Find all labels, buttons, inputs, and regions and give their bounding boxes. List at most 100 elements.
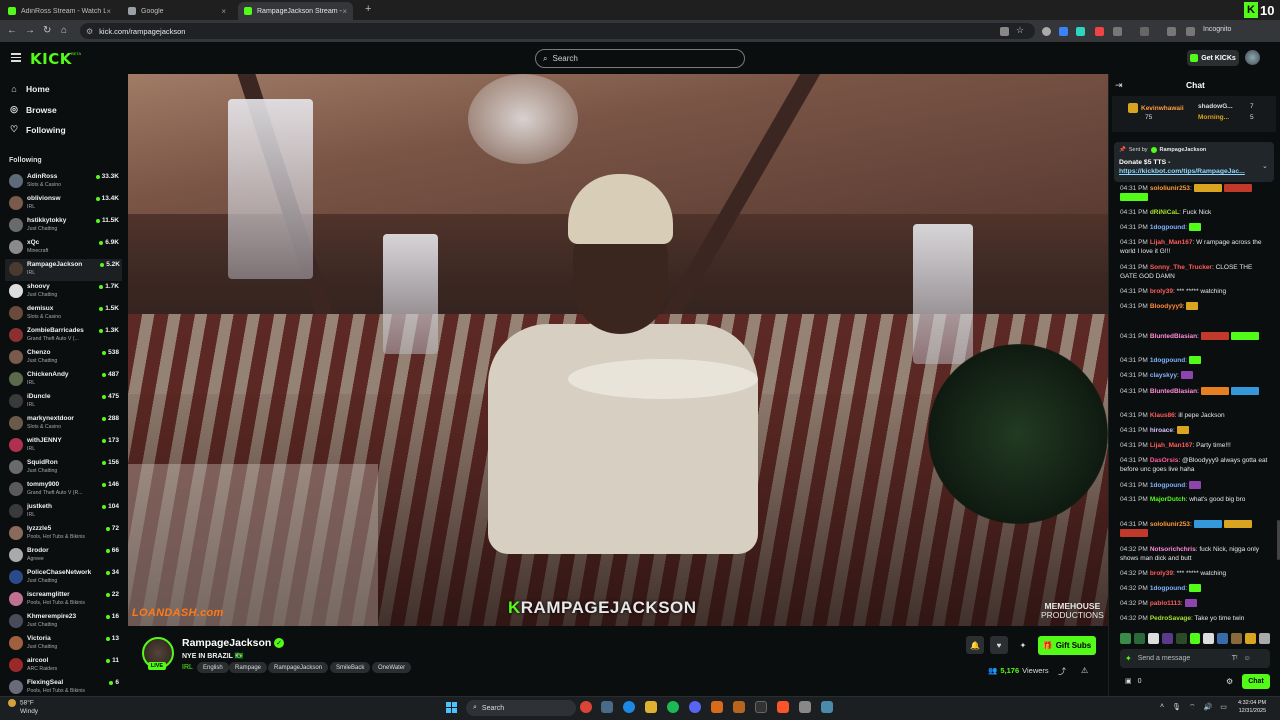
mic-icon[interactable]: 🎙 [1172,703,1181,712]
site-info-icon[interactable]: ⚙ [86,27,93,36]
chat-message[interactable]: 04:31 PM 1dogpound: [1120,481,1268,490]
sidebar-nav-browse[interactable]: ◎ Browse [9,104,57,115]
incognito-label[interactable]: Incognito [1203,26,1231,33]
sidebar-channel[interactable]: SquidRon Just Chatting 156 [9,457,121,479]
emote-icon[interactable] [1217,632,1229,644]
chat-username[interactable]: sololiunir253 [1150,521,1190,528]
wifi-icon[interactable]: ⌔ [1189,703,1196,712]
terminal-icon[interactable] [755,701,767,713]
chat-message[interactable]: 04:32 PM pablo1113: [1120,599,1268,608]
streamer-name[interactable]: RampageJackson [182,637,271,649]
chat-username[interactable]: sololiunir253 [1150,185,1190,192]
chat-username[interactable]: Bloodyyy9 [1150,303,1183,310]
discord-icon[interactable] [689,701,701,713]
emote-icon[interactable] [1203,632,1215,644]
browser-tab[interactable]: Google × [122,2,232,20]
emote-icon[interactable] [1176,426,1189,435]
battery-icon[interactable]: ▭ [1220,703,1227,712]
chat-username[interactable]: 1dogpound [1150,357,1185,364]
brave-icon[interactable] [777,701,789,713]
chevron-up-icon[interactable]: ˄ [1160,703,1164,712]
weather-widget[interactable]: 58°F Windy [8,699,38,716]
emote-icon[interactable] [1223,520,1252,529]
sidebar-channel[interactable]: tommy900 Grand Theft Auto V (R... 146 [9,479,121,501]
search-input[interactable] [552,54,733,63]
sidebar-channel[interactable]: iscreamglitter Pools, Hot Tubs & Bikinis 2… [9,589,121,611]
sidebar-channel[interactable]: xQc Minecraft 6.9K [9,237,121,259]
chat-message[interactable]: 04:31 PM dRiNiCaL: Fuck Nick [1120,208,1268,217]
download-icon[interactable] [1167,27,1176,36]
address-bar[interactable]: ⚙ kick.com/rampagejackson [80,23,1035,39]
chat-message[interactable]: 04:32 PM broly39: *** ***** watching [1120,569,1268,578]
chat-settings-icon[interactable]: ⚙ [1226,677,1233,686]
stream-category[interactable]: IRL [182,664,193,671]
emote-icon[interactable] [1161,632,1173,644]
notification-bell-icon[interactable]: 🔔 [966,636,984,654]
new-tab-button[interactable]: + [365,3,371,15]
chat-username[interactable]: 1dogpound [1150,482,1185,489]
emote-icon[interactable] [1175,632,1187,644]
sidebar-channel[interactable]: aircool ARC Raiders 11 [9,655,121,677]
sidebar-channel[interactable]: RampageJackson IRL 5.2K [5,259,122,281]
volume-icon[interactable]: 🔊 [1204,703,1213,712]
chat-input-box[interactable]: ✦ Tᵗ ☺ [1120,649,1270,668]
follow-heart-icon[interactable]: ♥ [990,636,1008,654]
chat-username[interactable]: pablo1113 [1150,600,1181,607]
tts-icon[interactable]: Tᵗ [1232,655,1238,662]
stream-tag[interactable]: English [197,662,229,673]
emote-icon[interactable] [1230,332,1259,341]
emote-icon[interactable] [1193,520,1222,529]
sidebar-nav-following[interactable]: ♡ Following [9,124,66,135]
chat-username[interactable]: PedroSavage [1150,615,1191,622]
sidebar-channel[interactable]: ChickenAndy IRL 487 [9,369,121,391]
chat-username[interactable]: dRiNiCaL [1150,209,1179,216]
chat-send-button[interactable]: Chat [1242,674,1270,689]
chat-username[interactable]: Lijah_Man167 [1150,239,1193,246]
emote-icon[interactable] [1200,332,1229,341]
chat-message[interactable]: 04:31 PM clayskyy: [1120,371,1268,380]
chat-message[interactable]: 04:31 PM Klaus86: ill pepe Jackson [1120,411,1268,420]
emote-icon[interactable] [1180,371,1193,380]
sidebar-channel[interactable]: Chenzo Just Chatting 538 [9,347,121,369]
chat-message[interactable]: 04:31 PM Sonny_The_Trucker: CLOSE THE GAT… [1120,263,1268,281]
chat-username[interactable]: BluntedBlasian [1150,333,1197,340]
chat-username[interactable]: Lijah_Man167 [1150,442,1193,449]
extension-icon[interactable] [1059,27,1068,36]
chat-message[interactable]: 04:31 PM Lijah_Man167: W rampage across t… [1120,238,1268,256]
chat-message-input[interactable] [1137,655,1226,662]
chat-username[interactable]: broly39 [1150,570,1173,577]
sparkle-icon[interactable]: ✦ [1125,654,1132,663]
emote-icon[interactable] [1230,387,1259,396]
site-search[interactable]: ⌕ [535,49,745,68]
back-icon[interactable]: ← [7,25,17,36]
sidebar-channel[interactable]: Brodor Agreee 66 [9,545,121,567]
sidebar-channel[interactable]: withJENNY IRL 173 [9,435,121,457]
sidebar-channel[interactable]: ZombieBarricades Grand Theft Auto V (... 1… [9,325,121,347]
spotify-icon[interactable] [667,701,679,713]
leaderboard-entry[interactable]: Kevinwhawaii [1128,103,1184,113]
chat-username[interactable]: MajorDutch [1150,496,1186,503]
sidebar-channel[interactable]: Khmerempire23 Just Chatting 16 [9,611,121,633]
chat-message[interactable]: 04:32 PM Notsorichchris: fuck Nick, nigga… [1120,545,1268,563]
stream-tag[interactable]: Rampage [229,662,268,673]
app-icon[interactable] [711,701,723,713]
puzzle-icon[interactable] [1113,27,1122,36]
sidebar-channel[interactable]: AdinRoss Slots & Casino 33.3K [9,171,121,193]
extension-icon[interactable] [1095,27,1104,36]
emote-icon[interactable] [1120,193,1148,202]
chat-message[interactable]: 04:32 PM PedroSavage: Take yo time twin [1120,614,1268,623]
get-kicks-button[interactable]: Get KICKs [1187,50,1239,66]
browser-tab[interactable]: RampageJackson Stream - ... × [238,2,353,20]
emote-icon[interactable] [1188,584,1201,593]
emote-icon[interactable] [1188,223,1201,232]
kick-extension-badge[interactable]: K 10 [1244,0,1280,20]
video-player[interactable] [128,74,1108,626]
sidebar-channel[interactable]: justketh IRL 104 [9,501,121,523]
emote-icon[interactable] [1188,481,1201,490]
app-icon[interactable] [821,701,833,713]
emote-icon[interactable] [1188,356,1201,365]
gift-subs-info-icon[interactable]: ✦ [1014,636,1032,654]
chat-message[interactable]: 04:31 PM MajorDutch: what's good big bro [1120,495,1268,504]
collapse-chat-icon[interactable]: ⇥ [1115,80,1123,91]
emote-icon[interactable] [1120,632,1131,644]
